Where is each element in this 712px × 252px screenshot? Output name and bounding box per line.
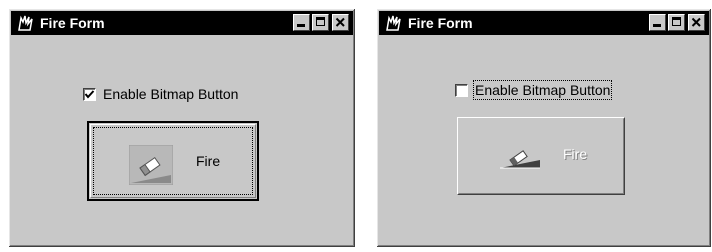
maximize-icon	[316, 17, 325, 26]
fire-form-window-disabled: Fire Form Enable Bitmap Button Fire	[376, 8, 712, 248]
maximize-button[interactable]	[668, 14, 685, 31]
title-bar[interactable]: Fire Form	[11, 11, 353, 35]
window-title: Fire Form	[408, 15, 473, 31]
window-title: Fire Form	[40, 15, 105, 31]
minimize-icon	[297, 24, 305, 27]
fire-button-disabled[interactable]: Fire	[457, 117, 625, 195]
eraser-bitmap-icon	[129, 145, 173, 185]
maximize-button[interactable]	[312, 14, 329, 31]
fire-app-icon	[386, 15, 401, 31]
fire-button-label: Fire	[563, 146, 588, 162]
enable-bitmap-checkbox[interactable]	[455, 83, 468, 97]
fire-button[interactable]: Fire	[87, 121, 259, 201]
close-button[interactable]	[688, 14, 705, 31]
title-bar[interactable]: Fire Form	[379, 11, 709, 35]
fire-form-window-enabled: Fire Form Enable Bitmap Button Fire	[8, 8, 356, 248]
checkmark-icon	[84, 89, 95, 99]
fire-button-label: Fire	[196, 153, 221, 169]
maximize-icon	[672, 17, 681, 26]
enable-bitmap-checkbox-row[interactable]: Enable Bitmap Button	[83, 85, 238, 103]
eraser-bitmap-icon	[500, 150, 540, 169]
minimize-button[interactable]	[293, 14, 310, 31]
enable-bitmap-checkbox-row[interactable]: Enable Bitmap Button	[455, 80, 613, 100]
enable-bitmap-label: Enable Bitmap Button	[472, 80, 613, 100]
minimize-icon	[653, 24, 661, 27]
fire-app-icon	[18, 15, 33, 31]
enable-bitmap-checkbox[interactable]	[83, 87, 96, 101]
close-icon	[691, 17, 701, 27]
enable-bitmap-label: Enable Bitmap Button	[103, 86, 239, 102]
close-icon	[335, 17, 345, 27]
focus-rectangle	[93, 127, 253, 195]
minimize-button[interactable]	[649, 14, 666, 31]
close-button[interactable]	[332, 14, 349, 31]
